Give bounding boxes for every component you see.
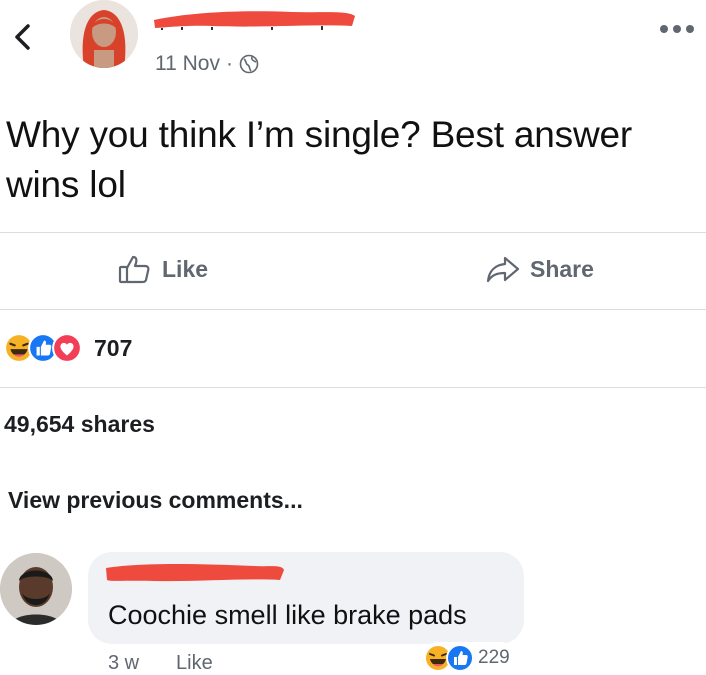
reaction-icons (4, 333, 82, 363)
more-dots-icon[interactable] (658, 22, 696, 36)
view-previous-comments-link[interactable]: View previous comments... (8, 487, 303, 514)
commenter-avatar[interactable] (0, 553, 72, 625)
like-button[interactable]: Like (118, 254, 208, 284)
comment-timestamp: 3 w (108, 652, 140, 674)
meta-separator: · (225, 52, 233, 75)
share-button[interactable]: Share (486, 254, 594, 284)
reactions-summary[interactable]: 707 (4, 333, 132, 363)
divider (0, 387, 706, 388)
reaction-count: 707 (94, 334, 133, 361)
share-label: Share (530, 255, 594, 282)
divider (0, 309, 706, 310)
post-meta: 11 Nov · (155, 52, 259, 76)
comment-like-button[interactable]: Like (176, 652, 213, 675)
redacted-commenter-name (106, 564, 284, 582)
divider (0, 232, 706, 233)
back-chevron-icon[interactable] (8, 22, 38, 52)
post-text: Why you think I’m single? Best answer wi… (6, 114, 632, 205)
globe-icon (239, 54, 259, 74)
comment-reactions[interactable]: 229 (422, 642, 516, 674)
comment-text: Coochie smell like brake pads (108, 600, 467, 630)
like-label: Like (162, 255, 209, 282)
like-reaction-icon (446, 644, 474, 672)
post-date: 11 Nov (155, 52, 220, 75)
poster-avatar[interactable] (70, 0, 138, 68)
love-reaction-icon (52, 333, 82, 363)
share-arrow-icon (486, 256, 520, 283)
redacted-poster-name (154, 11, 355, 30)
thumbs-up-outline-icon (118, 255, 150, 284)
shares-count[interactable]: 49,654 shares (4, 411, 155, 438)
comment-reaction-count: 229 (478, 647, 510, 668)
